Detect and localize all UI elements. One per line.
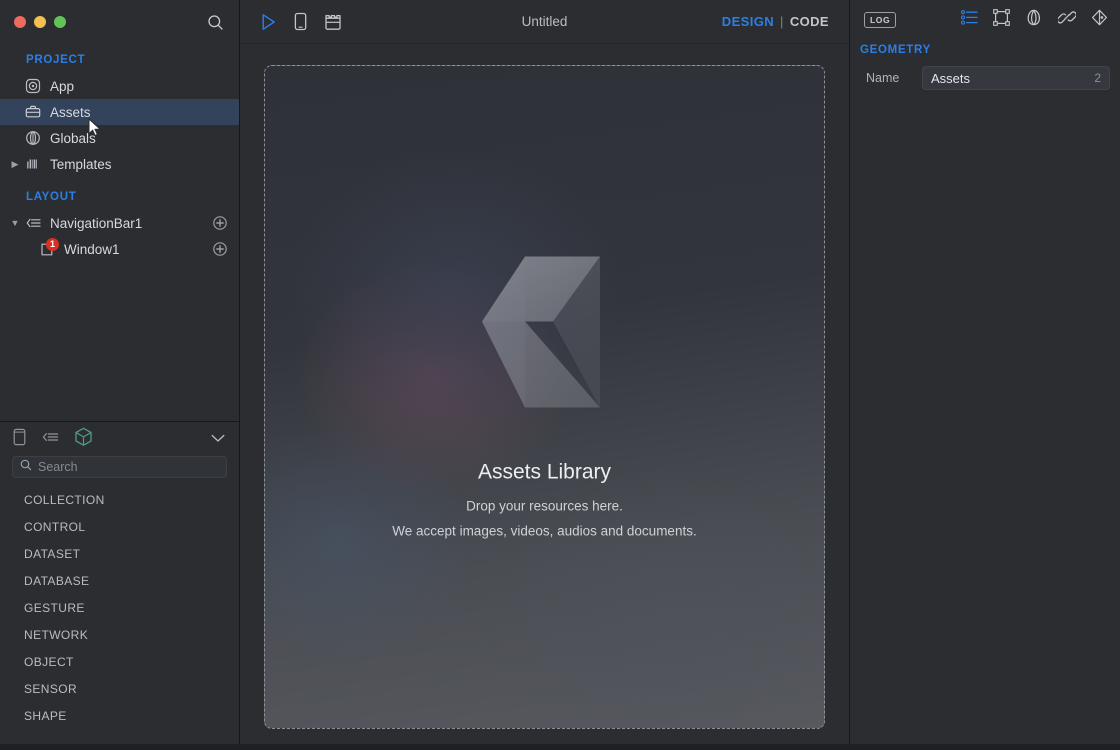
list-item[interactable]: DATABASE — [0, 567, 239, 594]
zoom-button[interactable] — [54, 16, 66, 28]
sidebar-item-label: App — [50, 79, 239, 94]
dropzone-content: Assets Library Drop your resources here.… — [265, 256, 824, 539]
dropzone-title: Assets Library — [478, 461, 611, 485]
mode-switch: DESIGN | CODE — [722, 14, 829, 29]
inspector-tabs — [961, 9, 1108, 26]
navigationbar-icon[interactable] — [41, 429, 60, 445]
window-titlebar — [0, 0, 239, 44]
search-icon — [20, 458, 32, 476]
app-window: PROJECT App — [0, 0, 1120, 750]
globe-icon — [22, 130, 44, 146]
status-badge: 1 — [46, 238, 59, 251]
search-icon[interactable] — [205, 12, 225, 32]
canvas-tools — [260, 12, 342, 31]
gallery-icon[interactable] — [324, 12, 342, 31]
name-input-count: 2 — [1094, 71, 1101, 85]
link-icon[interactable] — [1058, 9, 1076, 26]
sidebar-item-app[interactable]: App — [0, 73, 239, 99]
sidebar-item-label: Templates — [50, 157, 239, 172]
canvas-wrapper: Assets Library Drop your resources here.… — [240, 44, 849, 750]
tab-code[interactable]: CODE — [790, 14, 829, 29]
bottom-strip — [0, 744, 1120, 750]
left-sidebar: PROJECT App — [0, 0, 240, 750]
project-tree: PROJECT App — [0, 44, 239, 421]
search-input[interactable] — [38, 460, 219, 474]
traffic-lights — [14, 16, 66, 28]
sidebar-item-label: Window1 — [64, 242, 209, 257]
log-button[interactable]: LOG — [864, 12, 896, 27]
center-panel: Untitled DESIGN | CODE — [240, 0, 850, 750]
sidebar-item-templates[interactable]: ▶ Templates — [0, 151, 239, 177]
appearance-icon[interactable] — [1025, 9, 1043, 26]
sidebar-item-assets[interactable]: Assets — [0, 99, 239, 125]
mode-separator: | — [780, 14, 784, 29]
name-input[interactable]: Assets 2 — [922, 66, 1110, 90]
name-field-label: Name — [860, 71, 922, 85]
library-search[interactable] — [12, 456, 227, 478]
add-child-button[interactable] — [209, 216, 231, 230]
navigationbar-icon — [22, 215, 44, 231]
sidebar-item-globals[interactable]: Globals — [0, 125, 239, 151]
name-field-row: Name Assets 2 — [850, 66, 1120, 90]
minimize-button[interactable] — [34, 16, 46, 28]
name-input-value: Assets — [931, 71, 1094, 86]
play-icon[interactable] — [260, 13, 277, 31]
tab-design[interactable]: DESIGN — [722, 14, 774, 29]
sidebar-item-label: NavigationBar1 — [50, 216, 209, 231]
sidebar-item-label: Globals — [50, 131, 239, 146]
list-item[interactable]: GESTURE — [0, 594, 239, 621]
inspector-toolbar: LOG — [850, 0, 1120, 40]
device-icon[interactable] — [293, 12, 308, 31]
dropzone-subtitle: Drop your resources here. — [466, 499, 623, 514]
list-item[interactable]: SENSOR — [0, 675, 239, 702]
library-category-list: COLLECTION CONTROL DATASET DATABASE GEST… — [0, 486, 239, 750]
add-child-button[interactable] — [209, 242, 231, 256]
disclosure-triangle-expanded[interactable]: ▼ — [8, 218, 22, 228]
list-item[interactable]: COLLECTION — [0, 486, 239, 513]
library-toolbar — [0, 422, 239, 452]
list-item[interactable]: SHAPE — [0, 702, 239, 729]
sidebar-item-label: Assets — [50, 105, 239, 120]
sidebar-item-window1[interactable]: 1 Window1 — [0, 236, 239, 262]
list-item[interactable]: CONTROL — [0, 513, 239, 540]
section-label-project: PROJECT — [0, 48, 239, 73]
list-item[interactable]: DATASET — [0, 540, 239, 567]
templates-icon — [22, 156, 44, 172]
device-icon[interactable] — [12, 428, 27, 446]
chevron-down-icon[interactable] — [211, 430, 225, 448]
list-item[interactable]: OBJECT — [0, 648, 239, 675]
app-icon — [22, 78, 44, 94]
list-item[interactable]: NETWORK — [0, 621, 239, 648]
list-icon[interactable] — [961, 10, 978, 25]
transform-box-icon[interactable] — [993, 9, 1010, 26]
library-panel: COLLECTION CONTROL DATASET DATABASE GEST… — [0, 421, 239, 750]
sidebar-item-navigationbar1[interactable]: ▼ NavigationBar1 — [0, 210, 239, 236]
cube-icon[interactable] — [74, 427, 93, 447]
center-toolbar: Untitled DESIGN | CODE — [240, 0, 849, 44]
inspector-panel: LOG — [850, 0, 1120, 750]
assets-dropzone[interactable]: Assets Library Drop your resources here.… — [264, 65, 825, 729]
close-button[interactable] — [14, 16, 26, 28]
section-label-layout: LAYOUT — [0, 177, 239, 210]
inspector-section-title: GEOMETRY — [850, 40, 1120, 66]
disclosure-triangle-collapsed[interactable]: ▶ — [8, 159, 22, 170]
dropzone-subtitle-2: We accept images, videos, audios and doc… — [392, 524, 696, 539]
assets-chevron-logo — [470, 256, 620, 411]
briefcase-icon — [22, 104, 44, 120]
visibility-icon[interactable] — [1091, 9, 1108, 26]
